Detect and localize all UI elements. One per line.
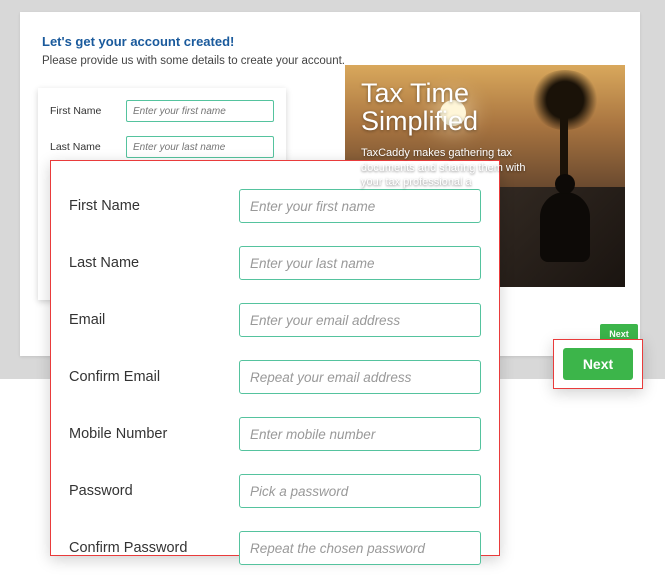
first-name-input-bg[interactable] <box>126 100 274 122</box>
next-button[interactable]: Next <box>563 348 633 380</box>
email-input[interactable] <box>239 303 481 337</box>
signup-form-highlight: First Name Last Name Email Confirm Email… <box>50 160 500 556</box>
confirm-password-label: Confirm Password <box>69 540 239 556</box>
last-name-input-bg[interactable] <box>126 136 274 158</box>
confirm-password-input[interactable] <box>239 531 481 565</box>
first-name-label-bg: First Name <box>50 105 126 117</box>
panel-heading: Let's get your account created! <box>42 34 618 49</box>
password-label: Password <box>69 483 239 499</box>
last-name-input[interactable] <box>239 246 481 280</box>
confirm-email-label: Confirm Email <box>69 369 239 385</box>
promo-title: Tax Time Simplified <box>361 79 531 136</box>
promo-subtitle: TaxCaddy makes gathering tax documents a… <box>361 146 531 191</box>
first-name-input[interactable] <box>239 189 481 223</box>
mobile-number-label: Mobile Number <box>69 426 239 442</box>
confirm-email-input[interactable] <box>239 360 481 394</box>
last-name-label: Last Name <box>69 255 239 271</box>
first-name-label: First Name <box>69 198 239 214</box>
last-name-label-bg: Last Name <box>50 141 126 153</box>
mobile-number-input[interactable] <box>239 417 481 451</box>
password-input[interactable] <box>239 474 481 508</box>
email-label: Email <box>69 312 239 328</box>
next-button-highlight-box: Next <box>553 339 643 389</box>
